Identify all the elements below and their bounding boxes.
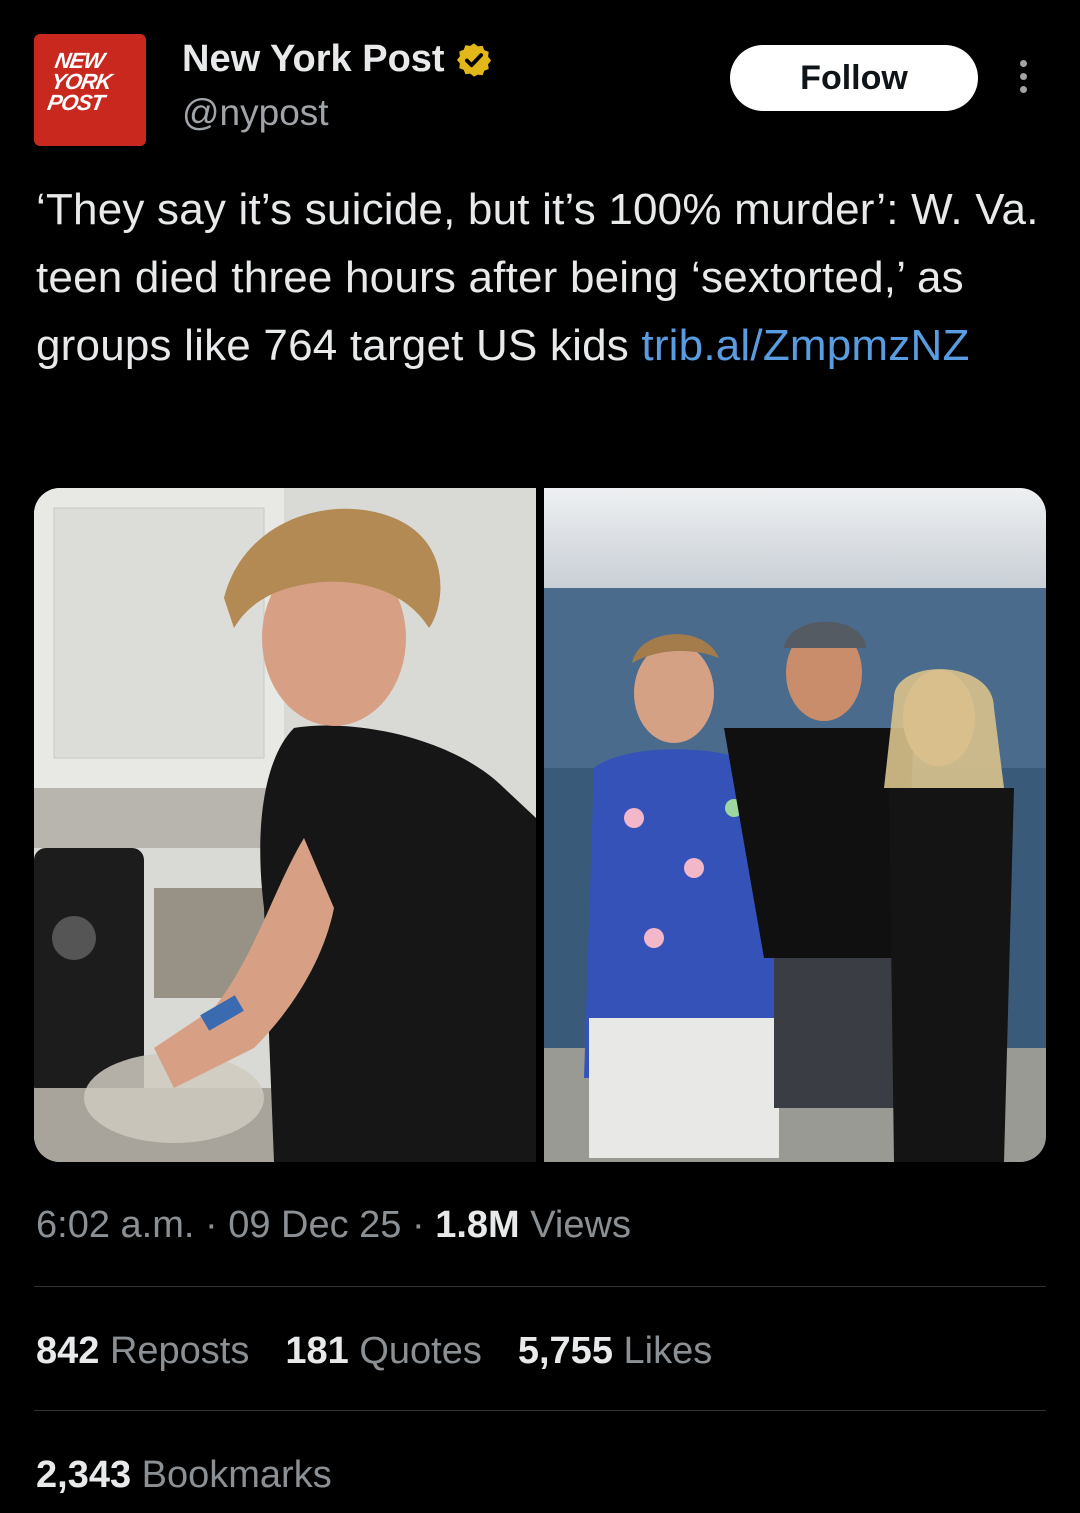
logo-line: YORK (49, 69, 114, 94)
meta-separator: · (401, 1204, 436, 1246)
quotes-count: 181 (285, 1330, 349, 1372)
likes-count: 5,755 (517, 1330, 613, 1372)
tweet-text: ‘They say it’s suicide, but it’s 100% mu… (36, 176, 1046, 380)
bookmarks-label: Bookmarks (131, 1454, 332, 1496)
engagement-stats: 842 Reposts 181 Quotes 5,755 Likes (36, 1330, 712, 1373)
views-count: 1.8M (435, 1204, 520, 1246)
reposts-label: Reposts (99, 1330, 250, 1372)
follow-button[interactable]: Follow (730, 45, 978, 111)
likes-stat[interactable]: 5,755 Likes (518, 1330, 712, 1373)
reposts-stat[interactable]: 842 Reposts (36, 1330, 249, 1373)
more-vertical-icon[interactable] (1010, 60, 1036, 100)
logo-line: POST (45, 90, 106, 115)
quotes-stat[interactable]: 181 Quotes (285, 1330, 481, 1373)
logo-line: NEW (52, 48, 106, 73)
quotes-label: Quotes (348, 1330, 482, 1372)
views-label: Views (519, 1204, 631, 1246)
tweet-time[interactable]: 6:02 a.m. (36, 1204, 194, 1246)
photo-family-ocean[interactable] (544, 488, 1046, 1162)
tweet-link[interactable]: trib.al/ZmpmzNZ (641, 321, 969, 370)
likes-label: Likes (612, 1330, 713, 1372)
ocean-photo-illustration (544, 488, 1046, 1162)
meta-separator: · (194, 1204, 229, 1246)
avatar[interactable]: NEW YORK POST (34, 34, 146, 146)
photo-teen-kitchen[interactable] (34, 488, 536, 1162)
bookmarks-stat[interactable]: 2,343 Bookmarks (36, 1454, 332, 1497)
bookmarks-count: 2,343 (36, 1454, 132, 1496)
divider (34, 1410, 1046, 1411)
verified-badge-icon (456, 42, 491, 77)
tweet-date[interactable]: 09 Dec 25 (228, 1204, 401, 1246)
account-handle[interactable]: @nypost (182, 92, 329, 134)
account-name-row: New York Post (182, 38, 493, 81)
reposts-count: 842 (36, 1330, 100, 1372)
kitchen-photo-illustration (34, 488, 536, 1162)
divider (34, 1286, 1046, 1287)
tweet-meta: 6:02 a.m. · 09 Dec 25 · 1.8M Views (36, 1204, 631, 1247)
tweet-media[interactable] (34, 488, 1046, 1162)
nypost-logo: NEW YORK POST (43, 48, 137, 130)
account-name[interactable]: New York Post (182, 38, 445, 81)
